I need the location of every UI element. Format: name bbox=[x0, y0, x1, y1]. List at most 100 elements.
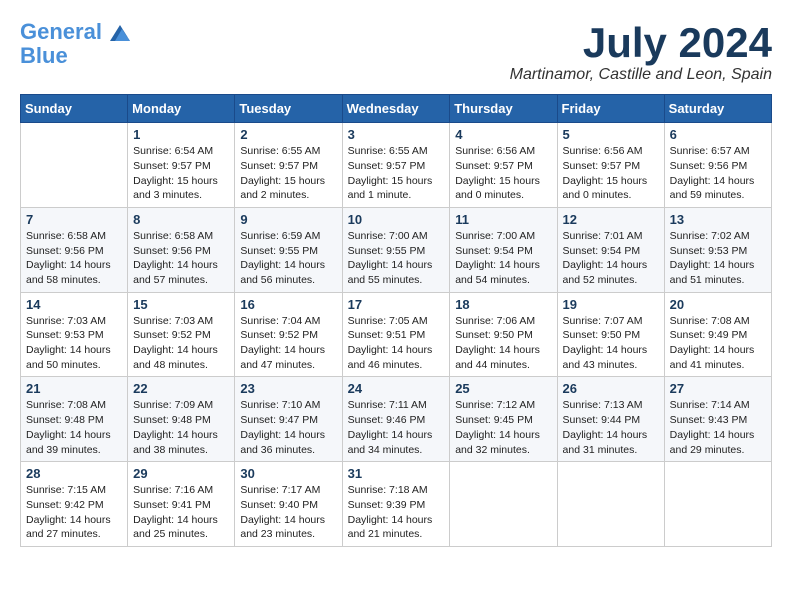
calendar-header: Sunday Monday Tuesday Wednesday Thursday… bbox=[21, 95, 772, 123]
calendar-cell: 11Sunrise: 7:00 AM Sunset: 9:54 PM Dayli… bbox=[450, 207, 557, 292]
calendar-cell: 25Sunrise: 7:12 AM Sunset: 9:45 PM Dayli… bbox=[450, 377, 557, 462]
day-number: 22 bbox=[133, 381, 229, 396]
day-info: Sunrise: 7:01 AM Sunset: 9:54 PM Dayligh… bbox=[563, 229, 659, 288]
day-number: 8 bbox=[133, 212, 229, 227]
day-number: 23 bbox=[240, 381, 336, 396]
day-info: Sunrise: 7:02 AM Sunset: 9:53 PM Dayligh… bbox=[670, 229, 766, 288]
calendar-cell: 16 Sunrise: 7:04 AM Sunset: 9:52 PM Dayli… bbox=[235, 292, 342, 377]
day-info: Sunrise: 7:12 AM Sunset: 9:45 PM Dayligh… bbox=[455, 398, 551, 457]
day-number: 15 bbox=[133, 297, 229, 312]
calendar-cell: 23 Sunrise: 7:10 AM Sunset: 9:47 PM Dayli… bbox=[235, 377, 342, 462]
day-number: 18 bbox=[455, 297, 551, 312]
day-info: Sunrise: 7:16 AM Sunset: 9:41 PM Dayligh… bbox=[133, 483, 229, 542]
header-sunday: Sunday bbox=[21, 95, 128, 123]
header-saturday: Saturday bbox=[664, 95, 771, 123]
day-number: 27 bbox=[670, 381, 766, 396]
calendar-cell: 12 Sunrise: 7:01 AM Sunset: 9:54 PM Dayli… bbox=[557, 207, 664, 292]
calendar-cell: 1Sunrise: 6:54 AM Sunset: 9:57 PM Daylig… bbox=[128, 123, 235, 208]
calendar-cell: 8 Sunrise: 6:58 AM Sunset: 9:56 PM Daylig… bbox=[128, 207, 235, 292]
day-info: Sunrise: 7:17 AM Sunset: 9:40 PM Dayligh… bbox=[240, 483, 336, 542]
calendar-cell: 28Sunrise: 7:15 AM Sunset: 9:42 PM Dayli… bbox=[21, 462, 128, 547]
day-info: Sunrise: 7:05 AM Sunset: 9:51 PM Dayligh… bbox=[348, 314, 445, 373]
day-number: 2 bbox=[240, 127, 336, 142]
calendar-week-1: 1Sunrise: 6:54 AM Sunset: 9:57 PM Daylig… bbox=[21, 123, 772, 208]
calendar-cell: 29 Sunrise: 7:16 AM Sunset: 9:41 PM Dayli… bbox=[128, 462, 235, 547]
day-number: 1 bbox=[133, 127, 229, 142]
day-info: Sunrise: 6:56 AM Sunset: 9:57 PM Dayligh… bbox=[563, 144, 659, 203]
calendar-cell: 7 Sunrise: 6:58 AM Sunset: 9:56 PM Daylig… bbox=[21, 207, 128, 292]
day-number: 13 bbox=[670, 212, 766, 227]
calendar-cell: 22 Sunrise: 7:09 AM Sunset: 9:48 PM Dayli… bbox=[128, 377, 235, 462]
calendar-cell: 15 Sunrise: 7:03 AM Sunset: 9:52 PM Dayli… bbox=[128, 292, 235, 377]
calendar-week-2: 7 Sunrise: 6:58 AM Sunset: 9:56 PM Daylig… bbox=[21, 207, 772, 292]
calendar-cell bbox=[450, 462, 557, 547]
day-info: Sunrise: 6:58 AM Sunset: 9:56 PM Dayligh… bbox=[133, 229, 229, 288]
calendar-cell: 19Sunrise: 7:07 AM Sunset: 9:50 PM Dayli… bbox=[557, 292, 664, 377]
day-number: 12 bbox=[563, 212, 659, 227]
calendar-cell: 13 Sunrise: 7:02 AM Sunset: 9:53 PM Dayli… bbox=[664, 207, 771, 292]
calendar-cell bbox=[664, 462, 771, 547]
calendar-cell: 9 Sunrise: 6:59 AM Sunset: 9:55 PM Daylig… bbox=[235, 207, 342, 292]
day-info: Sunrise: 7:03 AM Sunset: 9:52 PM Dayligh… bbox=[133, 314, 229, 373]
month-title: July 2024 bbox=[510, 20, 772, 66]
calendar-cell bbox=[557, 462, 664, 547]
calendar-cell: 14Sunrise: 7:03 AM Sunset: 9:53 PM Dayli… bbox=[21, 292, 128, 377]
calendar-cell: 21 Sunrise: 7:08 AM Sunset: 9:48 PM Dayli… bbox=[21, 377, 128, 462]
day-info: Sunrise: 7:07 AM Sunset: 9:50 PM Dayligh… bbox=[563, 314, 659, 373]
day-number: 5 bbox=[563, 127, 659, 142]
day-info: Sunrise: 7:14 AM Sunset: 9:43 PM Dayligh… bbox=[670, 398, 766, 457]
day-number: 9 bbox=[240, 212, 336, 227]
logo-blue: Blue bbox=[20, 44, 68, 68]
day-info: Sunrise: 6:58 AM Sunset: 9:56 PM Dayligh… bbox=[26, 229, 122, 288]
day-info: Sunrise: 7:06 AM Sunset: 9:50 PM Dayligh… bbox=[455, 314, 551, 373]
day-info: Sunrise: 7:18 AM Sunset: 9:39 PM Dayligh… bbox=[348, 483, 445, 542]
day-number: 30 bbox=[240, 466, 336, 481]
calendar-body: 1Sunrise: 6:54 AM Sunset: 9:57 PM Daylig… bbox=[21, 123, 772, 547]
day-info: Sunrise: 6:55 AM Sunset: 9:57 PM Dayligh… bbox=[348, 144, 445, 203]
day-number: 16 bbox=[240, 297, 336, 312]
logo: General Blue bbox=[20, 20, 130, 68]
day-number: 3 bbox=[348, 127, 445, 142]
logo-icon bbox=[110, 25, 130, 41]
day-number: 4 bbox=[455, 127, 551, 142]
calendar-cell: 24Sunrise: 7:11 AM Sunset: 9:46 PM Dayli… bbox=[342, 377, 450, 462]
calendar-week-4: 21 Sunrise: 7:08 AM Sunset: 9:48 PM Dayli… bbox=[21, 377, 772, 462]
day-info: Sunrise: 7:08 AM Sunset: 9:48 PM Dayligh… bbox=[26, 398, 122, 457]
day-info: Sunrise: 6:56 AM Sunset: 9:57 PM Dayligh… bbox=[455, 144, 551, 203]
day-number: 26 bbox=[563, 381, 659, 396]
day-number: 21 bbox=[26, 381, 122, 396]
day-info: Sunrise: 6:59 AM Sunset: 9:55 PM Dayligh… bbox=[240, 229, 336, 288]
day-info: Sunrise: 7:04 AM Sunset: 9:52 PM Dayligh… bbox=[240, 314, 336, 373]
calendar-cell: 4 Sunrise: 6:56 AM Sunset: 9:57 PM Daylig… bbox=[450, 123, 557, 208]
day-info: Sunrise: 7:00 AM Sunset: 9:54 PM Dayligh… bbox=[455, 229, 551, 288]
page-header: General Blue July 2024 Martinamor, Casti… bbox=[20, 20, 772, 84]
calendar-cell: 18 Sunrise: 7:06 AM Sunset: 9:50 PM Dayli… bbox=[450, 292, 557, 377]
calendar-cell: 31 Sunrise: 7:18 AM Sunset: 9:39 PM Dayli… bbox=[342, 462, 450, 547]
day-info: Sunrise: 7:09 AM Sunset: 9:48 PM Dayligh… bbox=[133, 398, 229, 457]
day-number: 31 bbox=[348, 466, 445, 481]
calendar-cell: 5 Sunrise: 6:56 AM Sunset: 9:57 PM Daylig… bbox=[557, 123, 664, 208]
day-number: 20 bbox=[670, 297, 766, 312]
day-info: Sunrise: 7:15 AM Sunset: 9:42 PM Dayligh… bbox=[26, 483, 122, 542]
calendar-cell: 30 Sunrise: 7:17 AM Sunset: 9:40 PM Dayli… bbox=[235, 462, 342, 547]
calendar-cell: 17 Sunrise: 7:05 AM Sunset: 9:51 PM Dayli… bbox=[342, 292, 450, 377]
location-title: Martinamor, Castille and Leon, Spain bbox=[510, 66, 772, 84]
calendar-cell: 27 Sunrise: 7:14 AM Sunset: 9:43 PM Dayli… bbox=[664, 377, 771, 462]
header-wednesday: Wednesday bbox=[342, 95, 450, 123]
header-friday: Friday bbox=[557, 95, 664, 123]
day-number: 14 bbox=[26, 297, 122, 312]
calendar-cell: 3 Sunrise: 6:55 AM Sunset: 9:57 PM Daylig… bbox=[342, 123, 450, 208]
day-info: Sunrise: 7:11 AM Sunset: 9:46 PM Dayligh… bbox=[348, 398, 445, 457]
day-number: 10 bbox=[348, 212, 445, 227]
calendar-table: Sunday Monday Tuesday Wednesday Thursday… bbox=[20, 94, 772, 547]
day-info: Sunrise: 6:57 AM Sunset: 9:56 PM Dayligh… bbox=[670, 144, 766, 203]
day-number: 7 bbox=[26, 212, 122, 227]
day-info: Sunrise: 7:08 AM Sunset: 9:49 PM Dayligh… bbox=[670, 314, 766, 373]
header-thursday: Thursday bbox=[450, 95, 557, 123]
calendar-cell: 2Sunrise: 6:55 AM Sunset: 9:57 PM Daylig… bbox=[235, 123, 342, 208]
day-number: 17 bbox=[348, 297, 445, 312]
header-monday: Monday bbox=[128, 95, 235, 123]
day-number: 29 bbox=[133, 466, 229, 481]
day-info: Sunrise: 7:10 AM Sunset: 9:47 PM Dayligh… bbox=[240, 398, 336, 457]
calendar-week-3: 14Sunrise: 7:03 AM Sunset: 9:53 PM Dayli… bbox=[21, 292, 772, 377]
